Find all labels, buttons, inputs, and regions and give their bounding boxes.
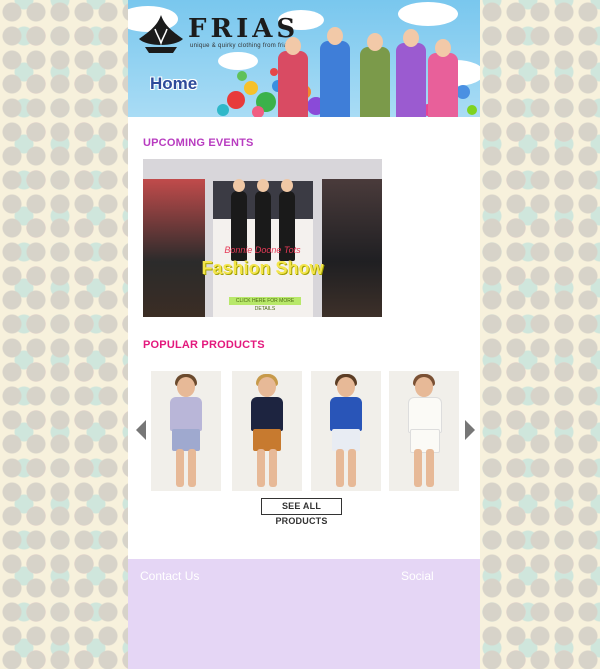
kid-figure	[320, 27, 350, 117]
product-head	[177, 377, 195, 397]
product-leg	[176, 449, 184, 487]
event-details-link[interactable]: CLICK HERE FOR MORE DETAILS	[229, 297, 301, 312]
footer: Contact Us Social	[128, 559, 480, 669]
product-leg	[188, 449, 196, 487]
product-top	[408, 397, 442, 433]
kid-figure	[360, 33, 390, 117]
popular-products-heading: POPULAR PRODUCTS	[143, 339, 265, 351]
product-card[interactable]	[389, 371, 459, 491]
nav-home-link[interactable]: Home	[150, 74, 197, 94]
product-leg	[336, 449, 344, 487]
kid-figure	[396, 29, 426, 117]
upcoming-events-heading: UPCOMING EVENTS	[143, 137, 254, 149]
product-card[interactable]	[232, 371, 302, 491]
page-container: FRIAS unique & quirky clothing from fria…	[128, 0, 480, 669]
product-bottom	[253, 429, 281, 451]
carousel-next-arrow-icon[interactable]	[465, 420, 475, 440]
product-head	[337, 377, 355, 397]
product-bottom	[332, 429, 360, 451]
product-leg	[257, 449, 265, 487]
product-card[interactable]	[311, 371, 381, 491]
social-link[interactable]: Social	[401, 569, 434, 583]
product-card[interactable]	[151, 371, 221, 491]
see-all-products-button[interactable]: SEE ALL PRODUCTS	[261, 498, 342, 526]
event-headline: Fashion Show	[201, 258, 324, 278]
event-subtitle: Bonnie Doone Tots	[224, 245, 301, 255]
brand-name: FRIAS	[188, 14, 300, 44]
contact-us-link[interactable]: Contact Us	[140, 569, 199, 583]
carousel-prev-arrow-icon[interactable]	[136, 420, 146, 440]
brand-tagline: unique & quirky clothing from frias	[190, 43, 291, 49]
product-top	[170, 397, 202, 431]
product-leg	[269, 449, 277, 487]
product-bottom	[172, 429, 200, 451]
product-head	[415, 377, 433, 397]
product-head	[258, 377, 276, 397]
kid-figure	[278, 37, 308, 117]
product-top	[330, 397, 362, 431]
product-leg	[348, 449, 356, 487]
product-top	[251, 397, 283, 431]
product-leg	[414, 449, 422, 487]
header-banner: FRIAS unique & quirky clothing from fria…	[128, 0, 480, 117]
fashion-show-event-banner[interactable]: Bonnie Doone Tots Fashion Show CLICK HER…	[143, 159, 382, 317]
product-leg	[426, 449, 434, 487]
kid-figure	[428, 39, 458, 117]
logo-icon	[139, 15, 183, 53]
